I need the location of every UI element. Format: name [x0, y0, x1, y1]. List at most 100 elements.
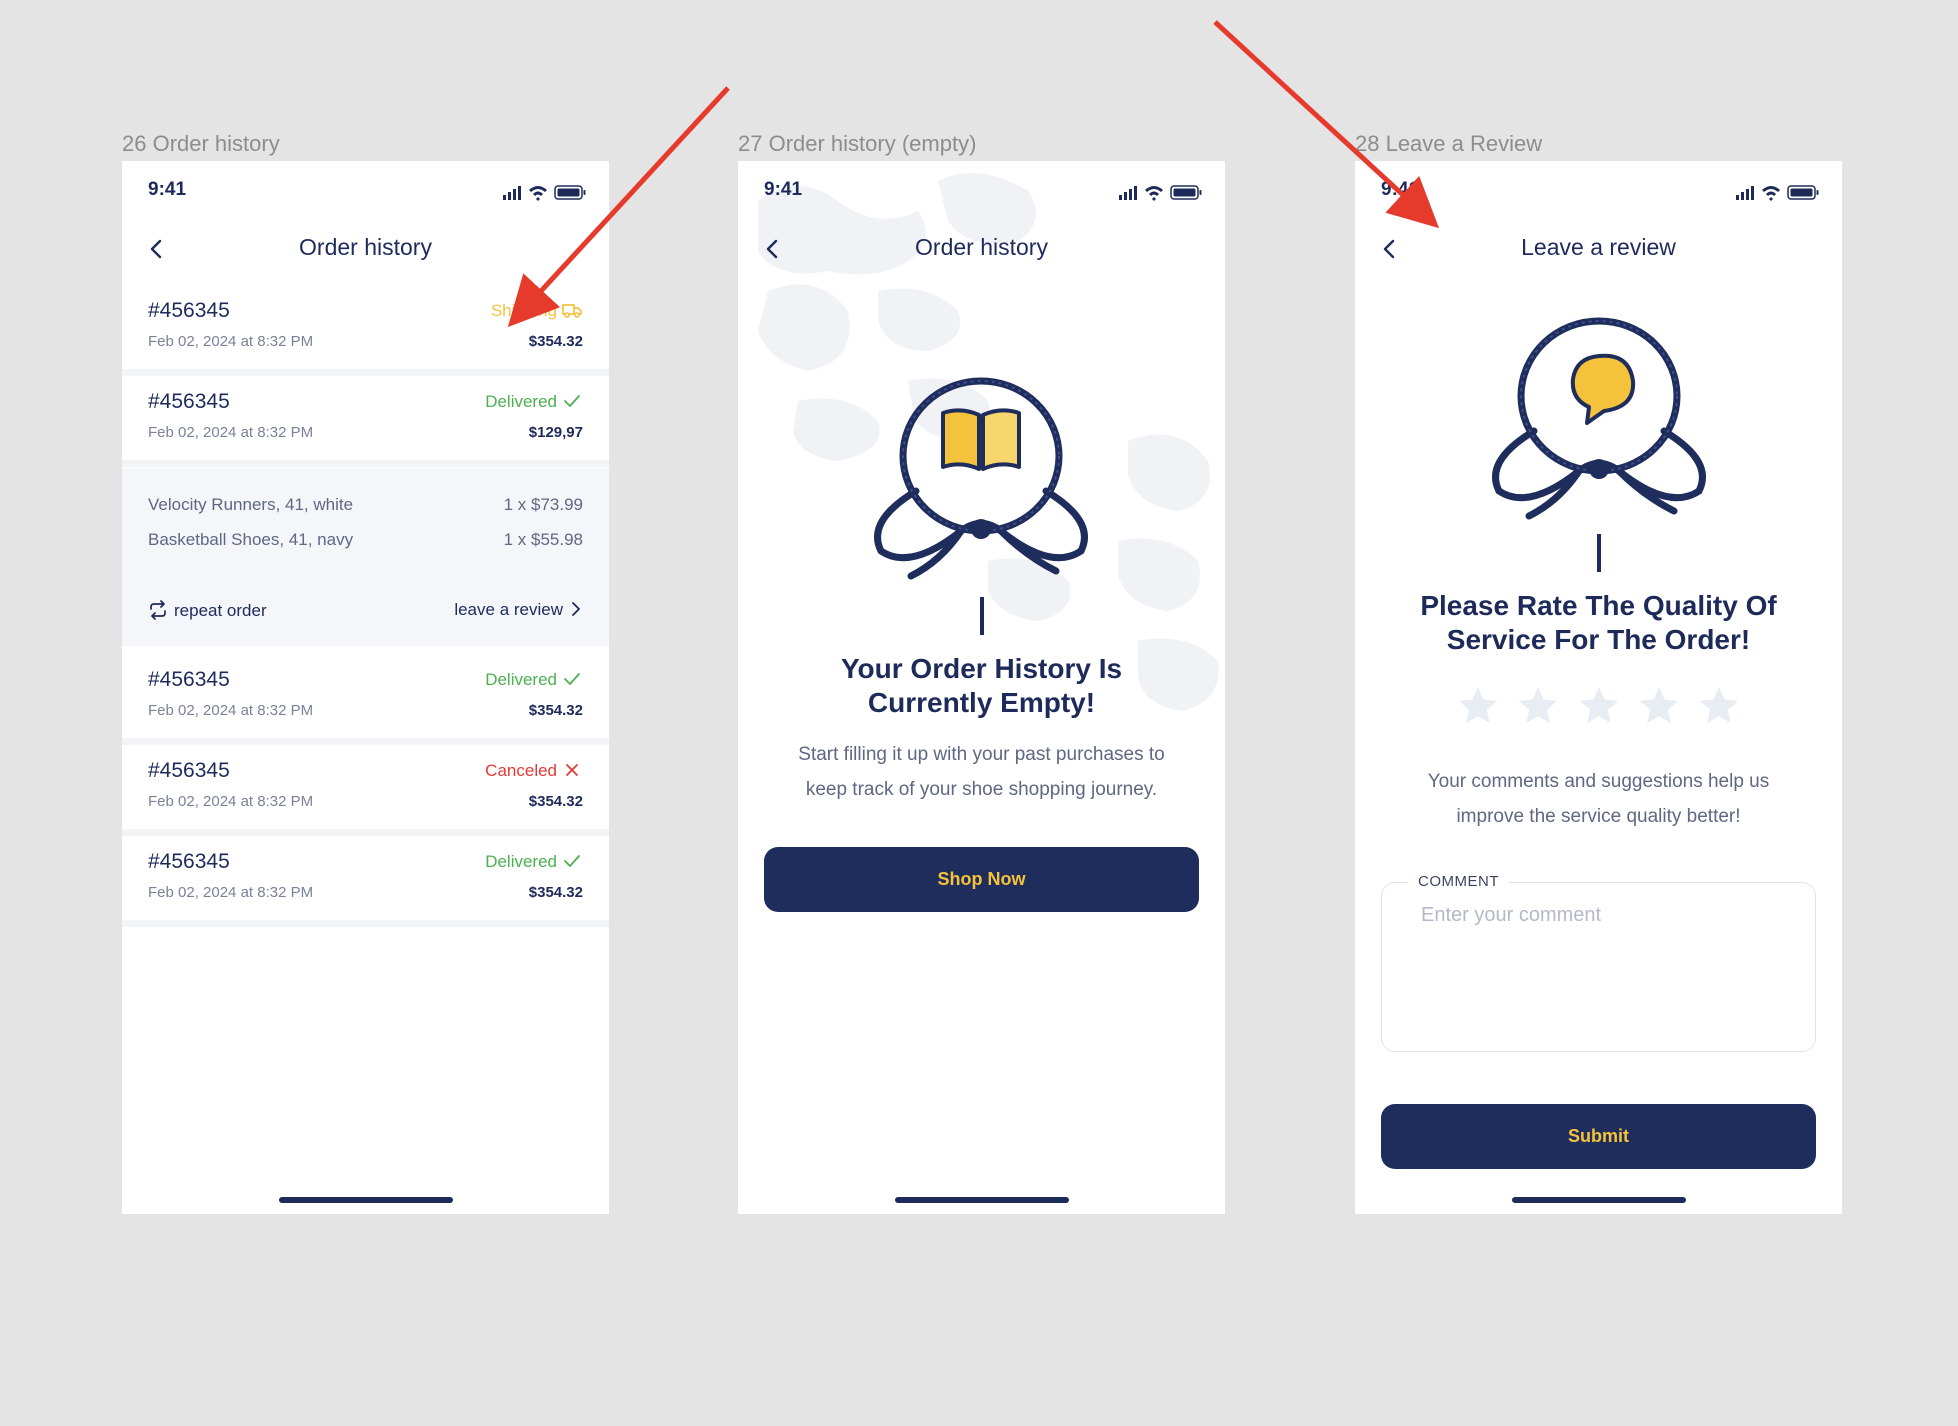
order-date: Feb 02, 2024 at 8:32 PM	[148, 424, 314, 441]
order-card[interactable]: #456345 Feb 02, 2024 at 8:32 PM Delivere…	[122, 836, 609, 927]
status-time: 9:41	[764, 179, 803, 200]
order-price: $354.32	[528, 793, 583, 810]
comment-input[interactable]	[1419, 903, 1795, 928]
order-date: Feb 02, 2024 at 8:32 PM	[148, 884, 314, 901]
review-body-line1: Your comments and suggestions help us	[1427, 771, 1770, 792]
star-icon[interactable]	[1696, 683, 1742, 729]
divider-line	[979, 597, 984, 635]
repeat-order-button[interactable]: repeat order	[148, 600, 267, 621]
empty-heading-line2: Currently Empty!	[867, 687, 1096, 718]
check-icon	[564, 855, 580, 867]
order-item-name: Basketball Shoes, 41, navy	[148, 530, 354, 549]
order-number: #456345	[148, 668, 230, 691]
page-title: Leave a review	[1521, 234, 1676, 260]
order-number: #456345	[148, 850, 230, 873]
navbar: Order history	[122, 229, 609, 269]
signal-icon	[1119, 186, 1137, 200]
order-item-qty: 1 x $73.99	[503, 495, 583, 514]
empty-body: Start filling it up with your past purch…	[758, 737, 1205, 807]
wifi-icon	[1762, 186, 1780, 201]
order-card[interactable]: #456345 Feb 02, 2024 at 8:32 PM Canceled…	[122, 745, 609, 836]
status-icons	[503, 185, 586, 201]
order-price: $129,97	[528, 424, 583, 441]
order-card[interactable]: #456345 Feb 02, 2024 at 8:32 PM Delivere…	[122, 376, 609, 467]
status-icons	[1119, 185, 1202, 201]
order-history-empty-screen: 9:41 Order history Your Order History Is…	[738, 161, 1225, 1214]
close-icon	[566, 764, 578, 776]
order-card[interactable]: #456345 Feb 02, 2024 at 8:32 PM Shipping…	[122, 285, 609, 376]
order-price: $354.32	[528, 333, 583, 350]
truck-icon	[562, 304, 582, 318]
empty-heading: Your Order History Is Currently Empty!	[738, 652, 1225, 720]
star-icon[interactable]	[1636, 683, 1682, 729]
order-status: Delivered	[485, 670, 557, 689]
order-status: Delivered	[485, 852, 557, 871]
status-time: 9:41	[1381, 179, 1420, 200]
status-bar: 9:41	[1355, 177, 1842, 207]
star-icon[interactable]	[1576, 683, 1622, 729]
page-title: Order history	[915, 234, 1048, 260]
chat-bubble-icon	[1570, 353, 1636, 425]
chevron-right-icon	[572, 602, 580, 616]
leave-review-link[interactable]: leave a review	[454, 600, 583, 620]
book-icon	[941, 408, 1021, 471]
star-icon[interactable]	[1455, 683, 1501, 729]
frame-label-order-history-empty: 27 Order history (empty)	[738, 131, 977, 156]
order-number: #456345	[148, 390, 230, 413]
status-bar: 9:41	[738, 177, 1225, 207]
empty-heading-line1: Your Order History Is	[840, 653, 1123, 684]
order-date: Feb 02, 2024 at 8:32 PM	[148, 702, 314, 719]
check-icon	[564, 673, 580, 685]
home-indicator[interactable]	[278, 1197, 453, 1203]
order-card[interactable]: #456345 Feb 02, 2024 at 8:32 PM Delivere…	[122, 654, 609, 745]
wifi-icon	[529, 186, 547, 201]
divider-line	[1596, 534, 1601, 572]
review-body: Your comments and suggestions help us im…	[1375, 764, 1822, 834]
order-date: Feb 02, 2024 at 8:32 PM	[148, 333, 314, 350]
status-bar: 9:41	[122, 177, 609, 207]
repeat-icon	[150, 600, 166, 620]
order-history-screen: 9:41 Order history #456345 Feb 02, 2024 …	[122, 161, 609, 1214]
home-indicator[interactable]	[1511, 1197, 1686, 1203]
order-item-name: Velocity Runners, 41, white	[148, 495, 354, 514]
wifi-icon	[1145, 186, 1163, 201]
comment-label: COMMENT	[1408, 873, 1509, 890]
order-price: $354.32	[528, 702, 583, 719]
review-heading-line1: Please Rate The Quality Of	[1420, 590, 1777, 621]
check-icon	[564, 395, 580, 407]
order-item-qty: 1 x $55.98	[503, 530, 583, 549]
frame-label-leave-review: 28 Leave a Review	[1355, 131, 1543, 156]
home-indicator[interactable]	[894, 1197, 1069, 1203]
review-heading-line2: Service For The Order!	[1446, 624, 1751, 655]
battery-icon	[554, 185, 586, 200]
empty-body-line2: keep track of your shoe shopping journey…	[805, 779, 1158, 800]
signal-icon	[503, 186, 521, 200]
frame-label-order-history: 26 Order history	[122, 131, 280, 156]
order-status: Delivered	[485, 392, 557, 411]
submit-button[interactable]: Submit	[1381, 1104, 1816, 1169]
order-status: Canceled	[485, 761, 557, 780]
leave-review-label: leave a review	[454, 600, 563, 619]
order-details-panel: Velocity Runners, 41, white 1 x $73.99 B…	[122, 468, 609, 646]
shop-now-button[interactable]: Shop Now	[764, 847, 1199, 912]
repeat-order-label: repeat order	[174, 601, 267, 620]
status-time: 9:41	[148, 179, 187, 200]
rope-book-illustration	[874, 377, 1088, 580]
review-heading: Please Rate The Quality Of Service For T…	[1355, 589, 1842, 657]
order-date: Feb 02, 2024 at 8:32 PM	[148, 793, 314, 810]
empty-body-line1: Start filling it up with your past purch…	[798, 744, 1165, 765]
comment-field[interactable]: COMMENT	[1381, 873, 1816, 1052]
battery-icon	[1170, 185, 1202, 200]
order-status: Shipping	[490, 301, 557, 320]
order-number: #456345	[148, 759, 230, 782]
navbar: Order history	[738, 229, 1225, 269]
star-icon[interactable]	[1515, 683, 1561, 729]
star-rating	[1355, 683, 1842, 733]
signal-icon	[1736, 186, 1754, 200]
status-icons	[1736, 185, 1819, 201]
rope-chat-illustration	[1492, 317, 1706, 520]
navbar: Leave a review	[1355, 229, 1842, 269]
order-price: $354.32	[528, 884, 583, 901]
battery-icon	[1787, 185, 1819, 200]
page-title: Order history	[299, 234, 432, 260]
